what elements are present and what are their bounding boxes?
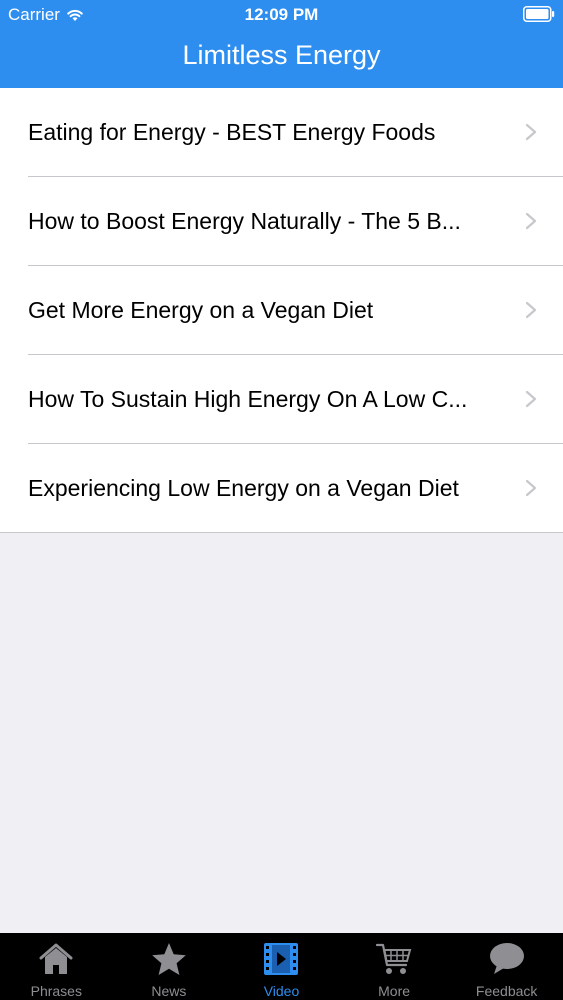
tab-label: News bbox=[151, 983, 187, 999]
list-item-label: Eating for Energy - BEST Energy Foods bbox=[28, 118, 436, 145]
status-time: 12:09 PM bbox=[244, 5, 319, 24]
chevron-right-icon bbox=[525, 479, 537, 497]
tab-more[interactable]: More bbox=[338, 933, 451, 1000]
list-item-label: How To Sustain High Energy On A Low C... bbox=[28, 385, 468, 412]
page-title: Limitless Energy bbox=[182, 40, 381, 70]
tab-label: Video bbox=[263, 983, 300, 999]
tab-feedback[interactable]: Feedback bbox=[450, 933, 563, 1000]
tab-bar: Phrases News Video More Feedback bbox=[0, 933, 563, 1000]
battery-icon bbox=[523, 6, 555, 22]
chevron-right-icon bbox=[525, 390, 537, 408]
list-item-label: Experiencing Low Energy on a Vegan Diet bbox=[28, 474, 459, 501]
video-list: Eating for Energy - BEST Energy Foods Ho… bbox=[0, 88, 563, 533]
star-icon bbox=[152, 943, 186, 975]
status-bar: Carrier 12:09 PM bbox=[0, 0, 563, 30]
list-item[interactable]: How To Sustain High Energy On A Low C... bbox=[0, 355, 563, 443]
tab-news[interactable]: News bbox=[113, 933, 226, 1000]
house-icon bbox=[39, 943, 73, 974]
tab-label: Feedback bbox=[475, 983, 538, 999]
chevron-right-icon bbox=[525, 212, 537, 230]
tab-label: More bbox=[378, 983, 411, 999]
speech-bubble-icon bbox=[489, 943, 524, 974]
list-item[interactable]: Eating for Energy - BEST Energy Foods bbox=[0, 88, 563, 176]
cart-icon bbox=[375, 943, 412, 974]
chevron-right-icon bbox=[525, 123, 537, 141]
tab-label: Phrases bbox=[30, 983, 82, 999]
film-icon bbox=[264, 943, 299, 975]
list-item-label: How to Boost Energy Naturally - The 5 B.… bbox=[28, 207, 461, 234]
tab-video[interactable]: Video bbox=[225, 933, 338, 1000]
list-item[interactable]: How to Boost Energy Naturally - The 5 B.… bbox=[0, 177, 563, 265]
tab-phrases[interactable]: Phrases bbox=[0, 933, 113, 1000]
navigation-bar: Carrier 12:09 PM Limitless Energy bbox=[0, 0, 563, 88]
chevron-right-icon bbox=[525, 301, 537, 319]
list-item-label: Get More Energy on a Vegan Diet bbox=[28, 296, 374, 323]
list-item[interactable]: Get More Energy on a Vegan Diet bbox=[0, 266, 563, 354]
list-item[interactable]: Experiencing Low Energy on a Vegan Diet bbox=[0, 444, 563, 532]
